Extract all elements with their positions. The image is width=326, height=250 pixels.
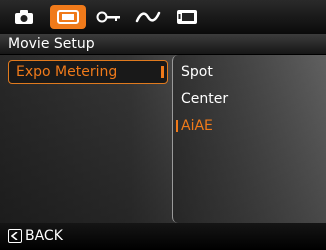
option-center[interactable]: Center [181,88,228,110]
selection-marker [161,66,164,78]
playback-key-icon [96,11,120,23]
display-icon [177,10,197,24]
menu-item-label: Expo Metering [16,64,118,80]
bottom-bar: BACK [0,223,326,250]
back-label: BACK [25,228,63,244]
back-button[interactable]: BACK [8,226,63,246]
page-title: Movie Setup [8,36,95,52]
tab-movie[interactable] [50,5,86,29]
tab-camera[interactable] [10,5,38,29]
option-spot[interactable]: Spot [181,61,213,83]
tab-wave[interactable] [132,5,164,29]
tab-bar [0,0,326,34]
option-aiae[interactable]: AiAE [176,115,213,137]
camera-menu-screen: Movie Setup Expo Metering Spot Center Ai… [0,0,326,250]
submenu-panel: Spot Center AiAE [172,55,326,223]
wave-icon [135,11,161,23]
option-aiae-label: AiAE [181,118,213,134]
tab-playback[interactable] [94,5,124,29]
back-arrow-icon [8,229,22,243]
movie-icon [57,10,79,24]
tab-display[interactable] [172,5,202,29]
selection-cursor [176,120,178,132]
menu-item-expo-metering[interactable]: Expo Metering [8,60,168,84]
title-bar: Movie Setup [0,34,326,55]
camera-icon [15,10,33,24]
